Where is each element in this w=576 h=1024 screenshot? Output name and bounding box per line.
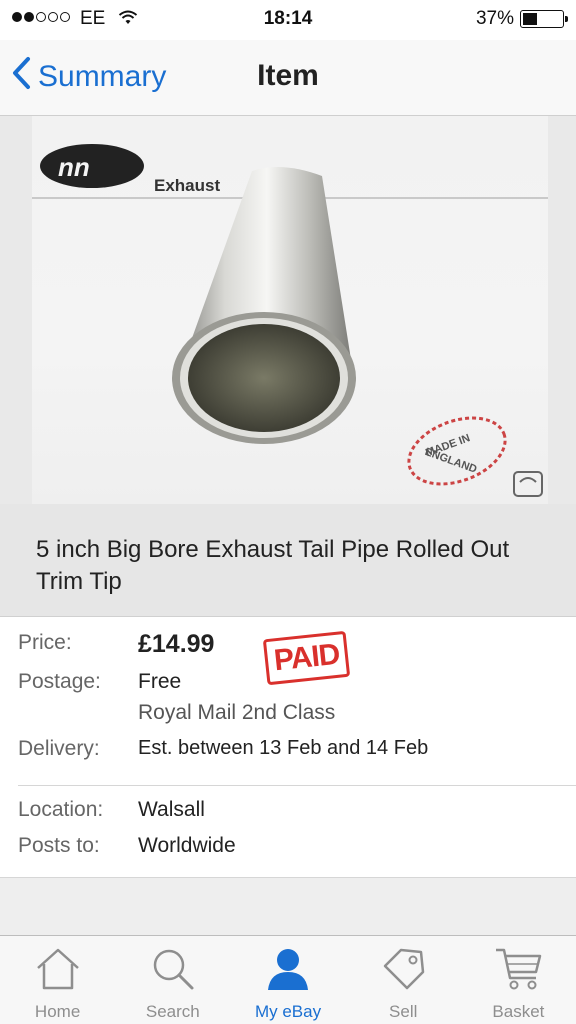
location-label: Location:: [18, 798, 104, 821]
tab-basket-label: Basket: [492, 1002, 545, 1021]
price-value: £14.99: [138, 630, 215, 658]
price-label: Price:: [18, 631, 72, 654]
chevron-left-icon: [12, 56, 38, 98]
small-logo-icon: [513, 471, 543, 497]
tab-search-label: Search: [145, 1002, 200, 1021]
brand-caption: Exhaust: [154, 176, 221, 195]
navigation-bar: Summary Item: [0, 40, 576, 116]
paid-stamp: PAID: [262, 630, 351, 686]
tab-sell-label: Sell: [389, 1002, 418, 1021]
status-bar: EE 18:14 37%: [0, 0, 576, 40]
item-image-area: nn MADE IN ENGLAND Exhaust: [0, 116, 576, 504]
delivery-value: Est. between 13 Feb and 14 Feb: [138, 737, 429, 759]
made-in-england-stamp-icon: MADE IN ENGLAND: [407, 416, 507, 486]
back-button[interactable]: Summary: [12, 56, 166, 98]
svg-text:nn: nn: [58, 152, 90, 182]
brand-logo-icon: nn: [40, 144, 144, 188]
item-photo[interactable]: nn MADE IN ENGLAND Exhaust: [32, 116, 548, 504]
postage-service: Royal Mail 2nd Class: [138, 701, 336, 724]
postage-value: Free: [138, 670, 182, 693]
tab-home[interactable]: Home: [0, 936, 115, 1024]
section-separator: [0, 877, 576, 935]
item-title: 5 inch Big Bore Exhaust Tail Pipe Rolled…: [36, 536, 510, 595]
cart-icon: [461, 944, 576, 994]
battery-icon: [520, 10, 568, 28]
tab-my-ebay-label: My eBay: [254, 1002, 322, 1021]
battery-percentage: 37%: [475, 8, 514, 29]
tab-bar: Home Search My eBay Sell Basket: [0, 935, 576, 1024]
divider: [18, 785, 576, 786]
tab-basket[interactable]: Basket: [461, 936, 576, 1024]
posts-to-value: Worldwide: [138, 834, 236, 857]
tab-sell[interactable]: Sell: [346, 936, 461, 1024]
location-value: Walsall: [138, 798, 205, 821]
back-button-label: Summary: [38, 60, 167, 93]
tab-search[interactable]: Search: [115, 936, 230, 1024]
delivery-label: Delivery:: [18, 737, 100, 760]
item-details: Price: £14.99 PAID Postage: Free Royal M…: [0, 617, 576, 877]
postage-label: Postage:: [18, 670, 101, 693]
tag-icon: [346, 944, 461, 994]
person-icon: [230, 944, 345, 994]
tab-home-label: Home: [34, 1002, 81, 1021]
tab-my-ebay[interactable]: My eBay: [230, 936, 345, 1024]
posts-to-label: Posts to:: [18, 834, 100, 857]
item-title-band: 5 inch Big Bore Exhaust Tail Pipe Rolled…: [0, 504, 576, 617]
search-icon: [115, 944, 230, 994]
home-icon: [0, 944, 115, 994]
